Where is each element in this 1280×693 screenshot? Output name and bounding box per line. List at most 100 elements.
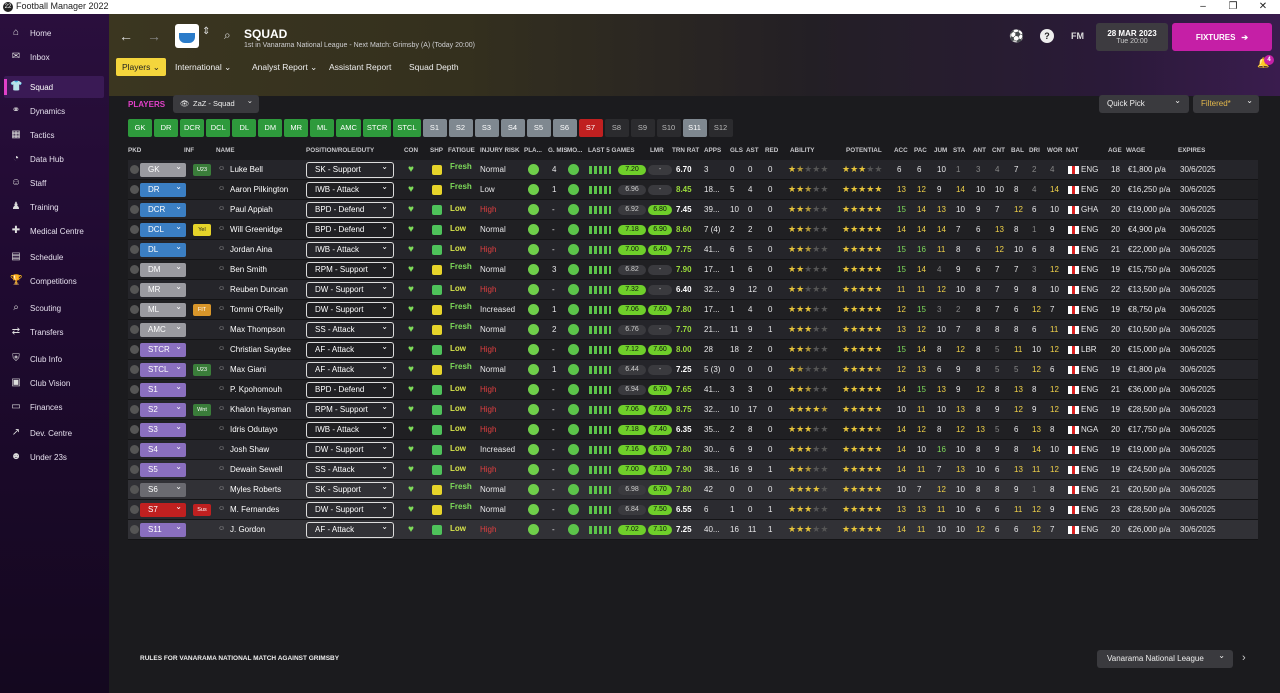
quick-pick-dropdown[interactable]: Quick Pick ⌄ <box>1099 95 1189 113</box>
player-name[interactable]: Jordan Aina <box>230 245 272 254</box>
table-row[interactable]: ML FIT ☺ Tommi O'Reilly DW - Support ♥ Fresh In… <box>128 300 1258 320</box>
search-icon[interactable]: ⌕ <box>224 28 231 43</box>
column-header-cnt[interactable]: CNT <box>992 147 1005 154</box>
column-header-wor[interactable]: WOR <box>1047 147 1062 154</box>
pick-checkbox[interactable] <box>130 365 139 374</box>
position-filter-dcr[interactable]: DCR <box>180 119 205 137</box>
sidebar-item-schedule[interactable]: ▤ Schedule <box>4 246 104 268</box>
position-selector[interactable]: S5 <box>140 460 186 477</box>
pick-checkbox[interactable] <box>130 465 139 474</box>
position-selector[interactable]: STCR <box>140 340 186 357</box>
position-selector[interactable]: ML <box>140 300 186 317</box>
role-duty-selector[interactable]: RPM - Support <box>306 260 394 278</box>
player-name[interactable]: Myles Roberts <box>230 485 281 494</box>
position-filter-dr[interactable]: DR <box>154 119 178 137</box>
sidebar-item-medical-centre[interactable]: ✚ Medical Centre <box>4 220 104 242</box>
column-header-pla-[interactable]: PLA... <box>524 147 542 154</box>
table-row[interactable]: DR ☺ Aaron Pilkington IWB - Attack ♥ Fresh Low… <box>128 180 1258 200</box>
column-header-sta[interactable]: STA <box>953 147 965 154</box>
pick-checkbox[interactable] <box>130 245 139 254</box>
tab-assistant-report[interactable]: Assistant Report <box>323 58 397 76</box>
role-duty-selector[interactable]: IWB - Attack <box>306 240 394 258</box>
player-name[interactable]: P. Kpohomouh <box>230 385 282 394</box>
close-button[interactable]: ✕ <box>1248 0 1278 14</box>
pick-checkbox[interactable] <box>130 445 139 454</box>
notification-bell-icon[interactable]: 🔔 4 <box>1257 55 1274 72</box>
position-filter-s8[interactable]: S8 <box>604 119 629 137</box>
position-filter-s3[interactable]: S3 <box>474 119 499 137</box>
sidebar-item-dynamics[interactable]: ⚭ Dynamics <box>4 100 104 122</box>
column-header-position-role-duty[interactable]: POSITION/ROLE/DUTY <box>306 147 374 154</box>
column-header-ast[interactable]: AST <box>746 147 759 154</box>
sidebar-item-finances[interactable]: ▭ Finances <box>4 396 104 418</box>
sidebar-item-squad[interactable]: 👕 Squad <box>4 76 104 98</box>
role-duty-selector[interactable]: DW - Support <box>306 500 394 518</box>
column-header-expires[interactable]: EXPIRES <box>1178 147 1205 154</box>
pick-checkbox[interactable] <box>130 285 139 294</box>
table-row[interactable]: S5 ☺ Dewain Sewell SS - Attack ♥ Low High - 7.00… <box>128 460 1258 480</box>
position-filter-stcl[interactable]: STCL <box>393 119 421 137</box>
maximize-button[interactable]: ❐ <box>1218 0 1248 14</box>
sidebar-item-training[interactable]: ♟ Training <box>4 196 104 218</box>
sidebar-item-tactics[interactable]: ▦ Tactics <box>4 124 104 146</box>
position-selector[interactable]: S1 <box>140 380 186 397</box>
filter-dropdown[interactable]: Filtered* ⌄ <box>1193 95 1259 113</box>
position-filter-amc[interactable]: AMC <box>336 119 361 137</box>
table-row[interactable]: DCL Yel ☺ Will Greenidge BPD - Defend ♥ Low Nor… <box>128 220 1258 240</box>
table-row[interactable]: S7 Sus ☺ M. Fernandes DW - Support ♥ Fresh Norm… <box>128 500 1258 520</box>
pick-checkbox[interactable] <box>130 485 139 494</box>
column-header-fatigue[interactable]: FATIGUE <box>448 147 475 154</box>
column-header-age[interactable]: AGE <box>1108 147 1122 154</box>
player-name[interactable]: Aaron Pilkington <box>230 185 288 194</box>
sidebar-item-competitions[interactable]: 🏆 Competitions <box>4 270 104 292</box>
role-duty-selector[interactable]: SK - Support <box>306 160 394 178</box>
role-duty-selector[interactable]: BPD - Defend <box>306 220 394 238</box>
player-name[interactable]: Tommi O'Reilly <box>230 305 283 314</box>
player-name[interactable]: Idris Odutayo <box>230 425 278 434</box>
position-selector[interactable]: S4 <box>140 440 186 457</box>
column-header-shp[interactable]: SHP <box>430 147 443 154</box>
column-header-wage[interactable]: WAGE <box>1126 147 1145 154</box>
position-filter-ml[interactable]: ML <box>310 119 335 137</box>
sidebar-item-staff[interactable]: ☺ Staff <box>4 172 104 194</box>
role-duty-selector[interactable]: SS - Attack <box>306 460 394 478</box>
position-filter-s5[interactable]: S5 <box>526 119 551 137</box>
player-name[interactable]: Will Greenidge <box>230 225 282 234</box>
role-duty-selector[interactable]: SK - Support <box>306 480 394 498</box>
sidebar-item-under-23s[interactable]: ☻ Under 23s <box>4 446 104 468</box>
table-row[interactable]: GK U23 ☺ Luke Bell SK - Support ♥ Fresh Normal 4… <box>128 160 1258 180</box>
table-row[interactable]: S11 ☺ J. Gordon AF - Attack ♥ Low High - 7.027.1… <box>128 520 1258 540</box>
player-name[interactable]: M. Fernandes <box>230 505 279 514</box>
league-selector[interactable]: Vanarama National League ⌄ <box>1097 650 1233 668</box>
position-selector[interactable]: S7 <box>140 500 186 517</box>
role-duty-selector[interactable]: IWB - Attack <box>306 420 394 438</box>
sidebar-item-inbox[interactable]: ✉ Inbox <box>4 46 104 68</box>
player-name[interactable]: Paul Appiah <box>230 205 273 214</box>
role-duty-selector[interactable]: AF - Attack <box>306 520 394 538</box>
view-selector[interactable]: 👁 ZaZ - Squad ⌄ <box>173 95 259 113</box>
position-filter-s10[interactable]: S10 <box>656 119 681 137</box>
tab-players[interactable]: Players ⌄ <box>116 58 166 76</box>
tab-international[interactable]: International ⌄ <box>169 58 237 76</box>
column-header-pkd[interactable]: PKD <box>128 147 141 154</box>
column-header-nat[interactable]: NAT <box>1066 147 1078 154</box>
column-header-jum[interactable]: JUM <box>934 147 947 154</box>
table-row[interactable]: STCL U23 ☺ Max Giani AF - Attack ♥ Fresh Normal… <box>128 360 1258 380</box>
sidebar-item-dev-centre[interactable]: ↗ Dev. Centre <box>4 422 104 444</box>
player-name[interactable]: Christian Saydee <box>230 345 291 354</box>
position-selector[interactable]: S2 <box>140 400 186 417</box>
column-header-last-5-games[interactable]: LAST 5 GAMES <box>588 147 635 154</box>
position-filter-s2[interactable]: S2 <box>448 119 473 137</box>
club-switch-icon[interactable]: ⇕ <box>202 26 210 37</box>
player-name[interactable]: Reuben Duncan <box>230 285 288 294</box>
sidebar-item-club-vision[interactable]: ▣ Club Vision <box>4 372 104 394</box>
column-header-bal[interactable]: BAL <box>1011 147 1024 154</box>
back-arrow-icon[interactable]: ← <box>119 28 133 44</box>
column-header-name[interactable]: NAME <box>216 147 235 154</box>
position-filter-stcr[interactable]: STCR <box>362 119 392 137</box>
position-filter-s4[interactable]: S4 <box>500 119 525 137</box>
column-header-g-mis[interactable]: G. MIS <box>548 147 568 154</box>
match-rules-link[interactable]: RULES FOR VANARAMA NATIONAL MATCH AGAINS… <box>140 655 339 662</box>
pick-checkbox[interactable] <box>130 345 139 354</box>
column-header-ability[interactable]: ABILITY <box>790 147 815 154</box>
